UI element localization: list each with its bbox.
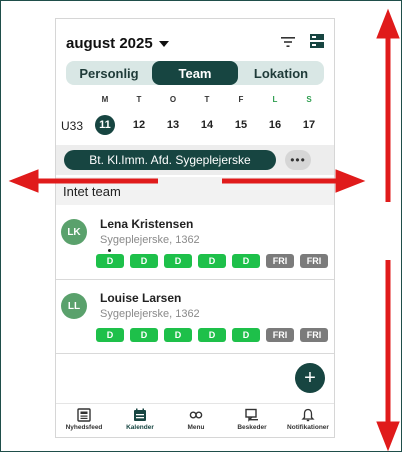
vertical-scroll-arrow-bottom	[376, 260, 400, 452]
annotation-arrows	[8, 8, 400, 452]
horizontal-scroll-arrow	[8, 169, 366, 193]
vertical-scroll-arrow-top	[376, 8, 400, 202]
